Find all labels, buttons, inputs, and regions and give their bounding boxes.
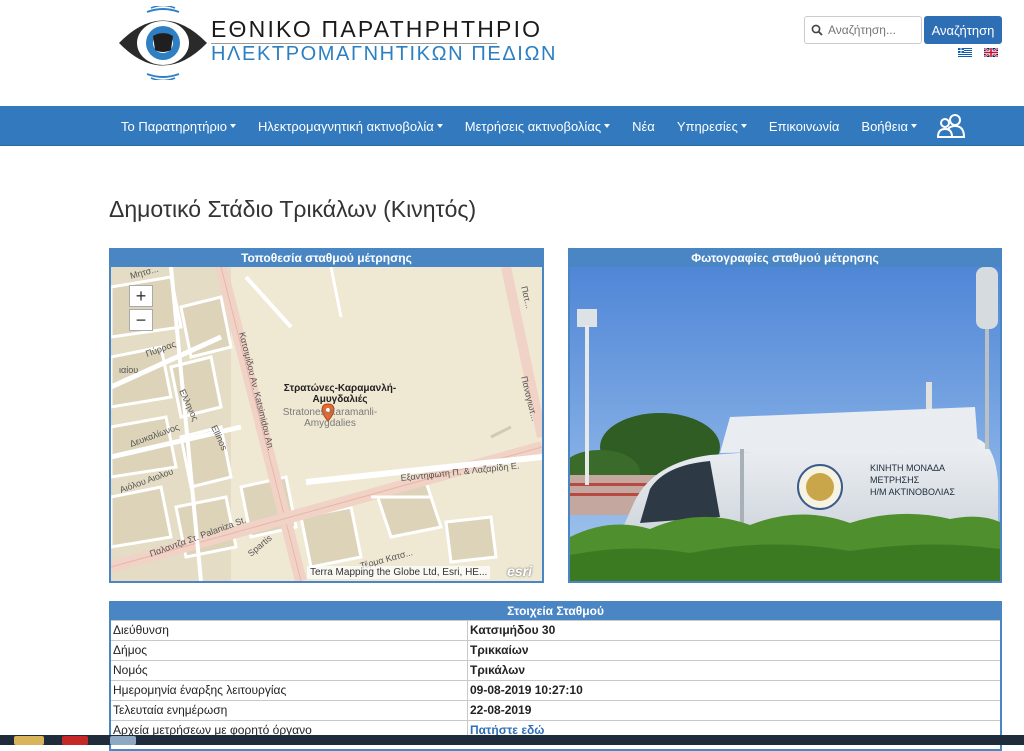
- row-value: 09-08-2019 10:27:10: [470, 683, 583, 697]
- row-label: Τελευταία ενημέρωση: [111, 701, 468, 720]
- nav-item-observatory[interactable]: Το Παρατηρητήριο: [110, 119, 247, 134]
- search-input[interactable]: [828, 23, 920, 37]
- nav-label: Νέα: [632, 118, 655, 134]
- svg-text:Πατ...: Πατ...: [519, 285, 534, 310]
- van-text-line-3: Η/Μ ΑΚΤΙΝΟΒΟΛΙΑΣ: [870, 487, 955, 497]
- table-row: Διεύθυνση Κατσιμήδου 30: [111, 620, 1000, 640]
- caret-down-icon: [604, 124, 611, 128]
- svg-text:ιαίου: ιαίου: [119, 365, 138, 375]
- photo-panel: Φωτογραφίες σταθμού μέτρησης ΚΙΝΗΤΗ ΜΟΝΑ…: [568, 248, 1002, 583]
- station-info-heading: Στοιχεία Σταθμού: [111, 603, 1000, 620]
- map-attribution[interactable]: Terra Mapping the Globe Ltd, Esri, HE...: [307, 566, 491, 579]
- nav-item-measurements[interactable]: Μετρήσεις ακτινοβολίας: [454, 119, 621, 134]
- row-label: Ημερομηνία έναρξης λειτουργίας: [111, 681, 468, 700]
- photo-panel-heading: Φωτογραφίες σταθμού μέτρησης: [570, 250, 1000, 267]
- taskbar-window-icon[interactable]: [110, 736, 136, 745]
- row-label: Δήμος: [111, 641, 468, 660]
- map-panel-heading: Τοποθεσία σταθμού μέτρησης: [111, 250, 542, 267]
- uk-flag-icon[interactable]: [984, 48, 998, 57]
- zoom-in-button[interactable]: +: [129, 285, 153, 307]
- row-value: Κατσιμήδου 30: [470, 623, 556, 637]
- nav-item-help[interactable]: Βοήθεια: [850, 119, 928, 134]
- site-logo[interactable]: ΕΘΝΙΚΟ ΠΑΡΑΤΗΡΗΤΗΡΙΟ ΗΛΕΚΤΡΟΜΑΓΝΗΤΙΚΩΝ Π…: [117, 6, 555, 80]
- os-taskbar: [0, 735, 1024, 745]
- nav-label: Βοήθεια: [861, 118, 908, 134]
- nav-label: Μετρήσεις ακτινοβολίας: [464, 118, 602, 134]
- site-header: ΕΘΝΙΚΟ ΠΑΡΑΤΗΡΗΤΗΡΙΟ ΗΛΕΚΤΡΟΜΑΓΝΗΤΙΚΩΝ Π…: [0, 0, 1024, 106]
- caret-down-icon: [230, 124, 237, 128]
- map-place-label-greek: Στρατώνες-Καραμανλή-Αμυγδαλιές: [283, 383, 397, 405]
- row-label: Νομός: [111, 661, 468, 680]
- logo-title: ΕΘΝΙΚΟ ΠΑΡΑΤΗΡΗΤΗΡΙΟ: [211, 16, 543, 42]
- nav-label: Υπηρεσίες: [676, 118, 738, 134]
- table-row: Δήμος Τρικκαίων: [111, 640, 1000, 660]
- nav-label: Ηλεκτρομαγνητική ακτινοβολία: [258, 118, 434, 134]
- svg-text:Κατσιμίδου Αν. Katsimidou An.: Κατσιμίδου Αν. Katsimidou An.: [237, 331, 276, 451]
- van-text-line-1: ΚΙΝΗΤΗ ΜΟΝΑΔΑ: [870, 463, 945, 473]
- row-value: Τρικάλων: [470, 663, 526, 677]
- caret-down-icon: [436, 124, 443, 128]
- search-icon: [811, 24, 823, 36]
- van-text-line-2: ΜΕΤΡΗΣΗΣ: [870, 475, 920, 485]
- nav-item-news[interactable]: Νέα: [621, 119, 666, 134]
- row-value: 22-08-2019: [470, 703, 532, 717]
- zoom-out-button[interactable]: −: [129, 309, 153, 331]
- search-field[interactable]: [804, 16, 922, 44]
- row-value: Τρικκαίων: [470, 643, 529, 657]
- taskbar-app-icon[interactable]: [62, 736, 88, 745]
- nav-label: Το Παρατηρητήριο: [121, 118, 228, 134]
- table-row: Ημερομηνία έναρξης λειτουργίας 09-08-201…: [111, 680, 1000, 700]
- users-icon[interactable]: [936, 113, 966, 139]
- station-map[interactable]: Μητσ... Πύρρας ιαίου Ελληνος Δευκαλίωνος…: [111, 267, 542, 581]
- map-place-label-latin: Stratones-Karamanli-Amygdalies: [282, 407, 378, 429]
- station-photo-image: ΚΙΝΗΤΗ ΜΟΝΑΔΑ ΜΕΤΡΗΣΗΣ Η/Μ ΑΚΤΙΝΟΒΟΛΙΑΣ: [570, 267, 1000, 581]
- nav-item-em-radiation[interactable]: Ηλεκτρομαγνητική ακτινοβολία: [247, 119, 454, 134]
- table-row: Τελευταία ενημέρωση 22-08-2019: [111, 700, 1000, 720]
- page-title: Δημοτικό Στάδιο Τρικάλων (Κινητός): [109, 196, 477, 222]
- nav-label: Επικοινωνία: [768, 118, 840, 134]
- station-info-table: Στοιχεία Σταθμού Διεύθυνση Κατσιμήδου 30…: [109, 601, 1002, 751]
- station-photo[interactable]: ΚΙΝΗΤΗ ΜΟΝΑΔΑ ΜΕΤΡΗΣΗΣ Η/Μ ΑΚΤΙΝΟΒΟΛΙΑΣ: [570, 267, 1000, 581]
- caret-down-icon: [740, 124, 747, 128]
- main-navigation: Το Παρατηρητήριο Ηλεκτρομαγνητική ακτινο…: [0, 106, 1024, 146]
- row-label: Διεύθυνση: [111, 621, 468, 640]
- language-switcher: [958, 48, 998, 57]
- caret-down-icon: [910, 124, 917, 128]
- nav-item-contact[interactable]: Επικοινωνία: [758, 119, 851, 134]
- table-row: Νομός Τρικάλων: [111, 660, 1000, 680]
- nav-item-services[interactable]: Υπηρεσίες: [666, 119, 758, 134]
- map-panel: Τοποθεσία σταθμού μέτρησης Μητσ... Πύρρα…: [109, 248, 544, 583]
- taskbar-folder-icon[interactable]: [14, 736, 44, 745]
- eye-logo-icon: [119, 6, 207, 80]
- search-button[interactable]: Αναζήτηση: [924, 16, 1002, 44]
- esri-logo: esri: [507, 563, 532, 579]
- logo-subtitle: ΗΛΕΚΤΡΟΜΑΓΝΗΤΙΚΩΝ ΠΕΔΙΩΝ: [211, 43, 558, 65]
- greek-flag-icon[interactable]: [958, 48, 972, 57]
